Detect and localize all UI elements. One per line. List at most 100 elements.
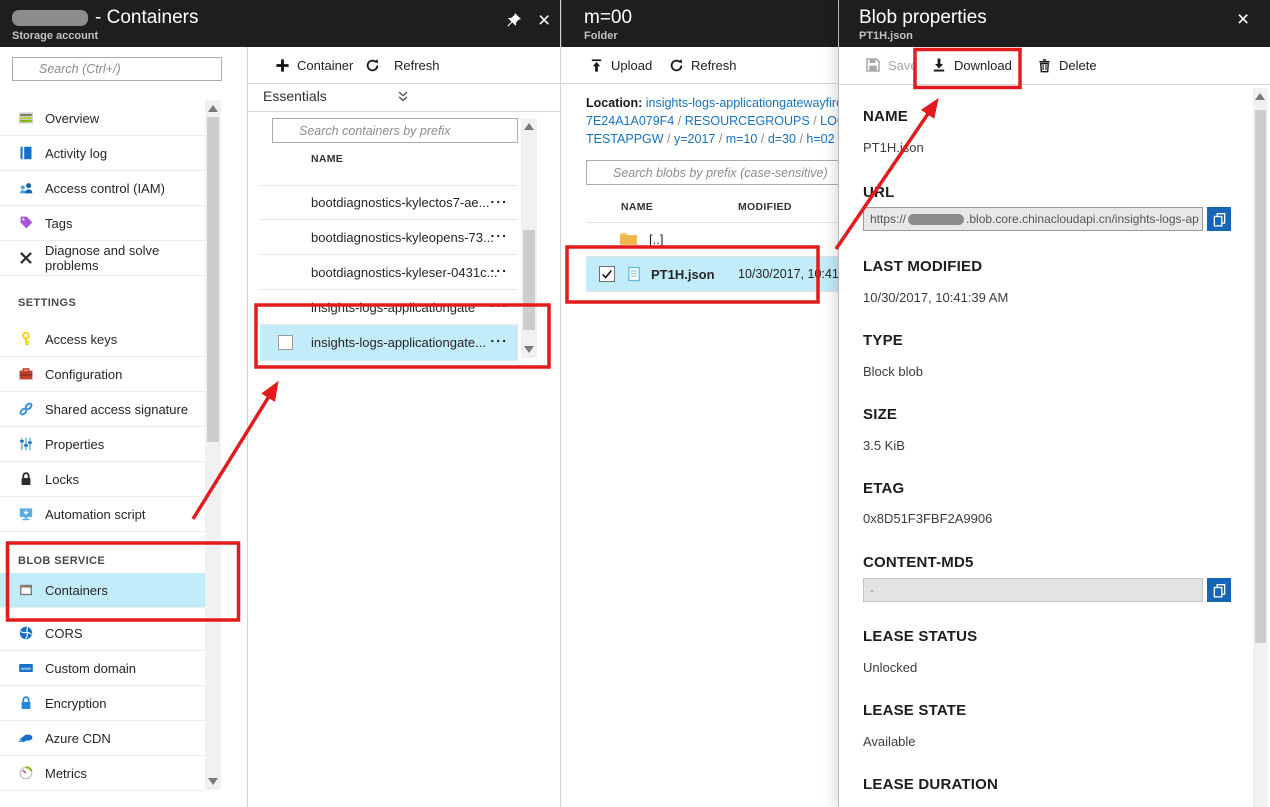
- etag-label: ETAG: [863, 480, 904, 497]
- scroll-down-arrow[interactable]: [524, 346, 534, 353]
- content-md5-input[interactable]: -: [863, 578, 1203, 602]
- copy-url-button[interactable]: [1207, 207, 1231, 231]
- modified-column-header[interactable]: MODIFIED: [738, 201, 792, 213]
- containers-list-panel: Container Refresh Essentials NAME bootdi…: [248, 47, 560, 807]
- url-input[interactable]: https:// .blob.core.chinacloudapi.cn/ins…: [863, 207, 1203, 231]
- location-segment[interactable]: 7E24A1A079F4: [586, 114, 674, 128]
- close-icon[interactable]: ×: [1237, 12, 1255, 30]
- container-row[interactable]: insights-logs-applicationgate ...: [260, 290, 518, 325]
- sidebar-item-cors[interactable]: CORS: [0, 616, 205, 651]
- container-row-selected[interactable]: insights-logs-applicationgate... ...: [260, 325, 518, 361]
- containers-icon: [18, 582, 34, 598]
- location-segment[interactable]: y=2017: [674, 132, 715, 146]
- azure-portal: - Containers Storage account × Overview …: [0, 0, 1270, 807]
- row-menu-dots[interactable]: ...: [490, 259, 508, 275]
- sliders-icon: [18, 436, 34, 452]
- name-column-header[interactable]: NAME: [621, 201, 653, 213]
- file-icon: [626, 266, 642, 285]
- upload-button[interactable]: Upload: [589, 47, 652, 83]
- sidebar-item-encryption[interactable]: Encryption: [0, 686, 205, 721]
- scrollbar-thumb[interactable]: [207, 117, 219, 442]
- sidebar-item-metrics[interactable]: Metrics: [0, 756, 205, 791]
- container-row[interactable]: bootdiagnostics-kylectos7-ae... ...: [260, 185, 518, 220]
- blob-search-input[interactable]: [586, 160, 842, 185]
- sidebar-item-custom-domain[interactable]: www Custom domain: [0, 651, 205, 686]
- sidebar-item-configuration[interactable]: Configuration: [0, 357, 205, 392]
- scroll-up-arrow[interactable]: [1255, 93, 1265, 100]
- container-list-scrollbar[interactable]: [521, 118, 537, 358]
- refresh-button[interactable]: Refresh: [365, 47, 440, 83]
- sidebar-item-access-keys[interactable]: Access keys: [0, 322, 205, 357]
- close-icon[interactable]: ×: [538, 13, 556, 31]
- sidebar-item-containers[interactable]: Containers: [0, 573, 205, 608]
- sidebar-item-azure-cdn[interactable]: Azure CDN: [0, 721, 205, 756]
- row-checkbox-checked[interactable]: [599, 266, 615, 282]
- parent-folder-row[interactable]: [..]: [586, 222, 838, 257]
- sidebar-item-locks[interactable]: Locks: [0, 462, 205, 497]
- last-modified-value: 10/30/2017, 10:41:39 AM: [863, 290, 1008, 305]
- location-segment[interactable]: LOGTESTA: [820, 114, 838, 128]
- sidebar-scrollbar[interactable]: [205, 100, 221, 790]
- row-checkbox[interactable]: [278, 335, 293, 350]
- sidebar-item-overview[interactable]: Overview: [0, 101, 205, 136]
- sidebar: Overview Activity log Access control (IA…: [0, 47, 248, 807]
- add-container-button[interactable]: Container: [275, 47, 353, 83]
- essentials-bar[interactable]: Essentials: [248, 83, 560, 112]
- refresh-button[interactable]: Refresh: [669, 47, 737, 83]
- containers-toolbar: Container Refresh: [248, 47, 560, 84]
- tags-icon: [18, 215, 34, 231]
- sidebar-item-automation-script[interactable]: Automation script: [0, 497, 205, 532]
- sidebar-item-properties[interactable]: Properties: [0, 427, 205, 462]
- properties-scrollbar[interactable]: [1253, 88, 1268, 807]
- sidebar-item-shared-access-signature[interactable]: Shared access signature: [0, 392, 205, 427]
- sidebar-item-access-control[interactable]: Access control (IAM): [0, 171, 205, 206]
- scrollbar-thumb[interactable]: [523, 230, 535, 330]
- refresh-icon: [669, 58, 684, 73]
- scrollbar-thumb[interactable]: [1255, 110, 1266, 643]
- location-segment[interactable]: insights-logs-applicationgatewayfirew: [646, 96, 838, 110]
- scroll-down-arrow[interactable]: [208, 778, 218, 785]
- sidebar-item-activity-log[interactable]: Activity log: [0, 136, 205, 171]
- lease-status-label: LEASE STATUS: [863, 628, 977, 645]
- size-label: SIZE: [863, 406, 897, 423]
- name-field-value: PT1H.json: [863, 140, 924, 155]
- container-row[interactable]: bootdiagnostics-kyleser-0431c... ...: [260, 255, 518, 290]
- scroll-up-arrow[interactable]: [524, 123, 534, 130]
- last-modified-label: LAST MODIFIED: [863, 258, 982, 275]
- container-row[interactable]: bootdiagnostics-kyleopens-73... ...: [260, 220, 518, 255]
- container-search-input[interactable]: [272, 118, 518, 143]
- type-value: Block blob: [863, 364, 923, 379]
- refresh-icon: [365, 58, 380, 73]
- redacted-account-in-url: [908, 214, 964, 225]
- delete-button[interactable]: Delete: [1037, 47, 1097, 83]
- sidebar-item-diagnose[interactable]: Diagnose and solve problems: [0, 241, 205, 276]
- location-label: Location:: [586, 96, 646, 110]
- svg-text:www: www: [21, 666, 32, 671]
- copy-md5-button[interactable]: [1207, 578, 1231, 602]
- sidebar-item-tags[interactable]: Tags: [0, 206, 205, 241]
- location-segment[interactable]: TESTAPPGW: [586, 132, 664, 146]
- trash-icon: [1037, 58, 1052, 73]
- row-menu-dots[interactable]: ...: [490, 190, 508, 206]
- automation-script-icon: [18, 506, 34, 522]
- size-value: 3.5 KiB: [863, 438, 905, 453]
- lease-duration-label: LEASE DURATION: [863, 776, 998, 793]
- download-button[interactable]: Download: [931, 47, 1012, 83]
- sidebar-section-settings: SETTINGS: [18, 297, 76, 309]
- row-menu-dots[interactable]: ...: [490, 224, 508, 240]
- row-menu-dots[interactable]: ...: [490, 294, 508, 310]
- location-segment[interactable]: RESOURCEGROUPS: [685, 114, 810, 128]
- row-menu-dots[interactable]: ...: [490, 329, 508, 345]
- scroll-up-arrow[interactable]: [208, 105, 218, 112]
- blob-properties-blade: Blob properties PT1H.json × Save Downloa…: [838, 0, 1270, 807]
- location-segment[interactable]: m=10: [726, 132, 758, 146]
- access-control-icon: [18, 180, 34, 196]
- blob-row-selected[interactable]: PT1H.json 10/30/2017, 10:41:3: [586, 257, 838, 292]
- sidebar-search-input[interactable]: [12, 57, 222, 81]
- location-segment[interactable]: h=02: [806, 132, 834, 146]
- name-column-header[interactable]: NAME: [311, 153, 343, 165]
- pin-icon[interactable]: [505, 12, 523, 30]
- save-button[interactable]: Save: [865, 47, 918, 83]
- metrics-gauge-icon: [18, 765, 34, 781]
- location-segment[interactable]: d=30: [768, 132, 796, 146]
